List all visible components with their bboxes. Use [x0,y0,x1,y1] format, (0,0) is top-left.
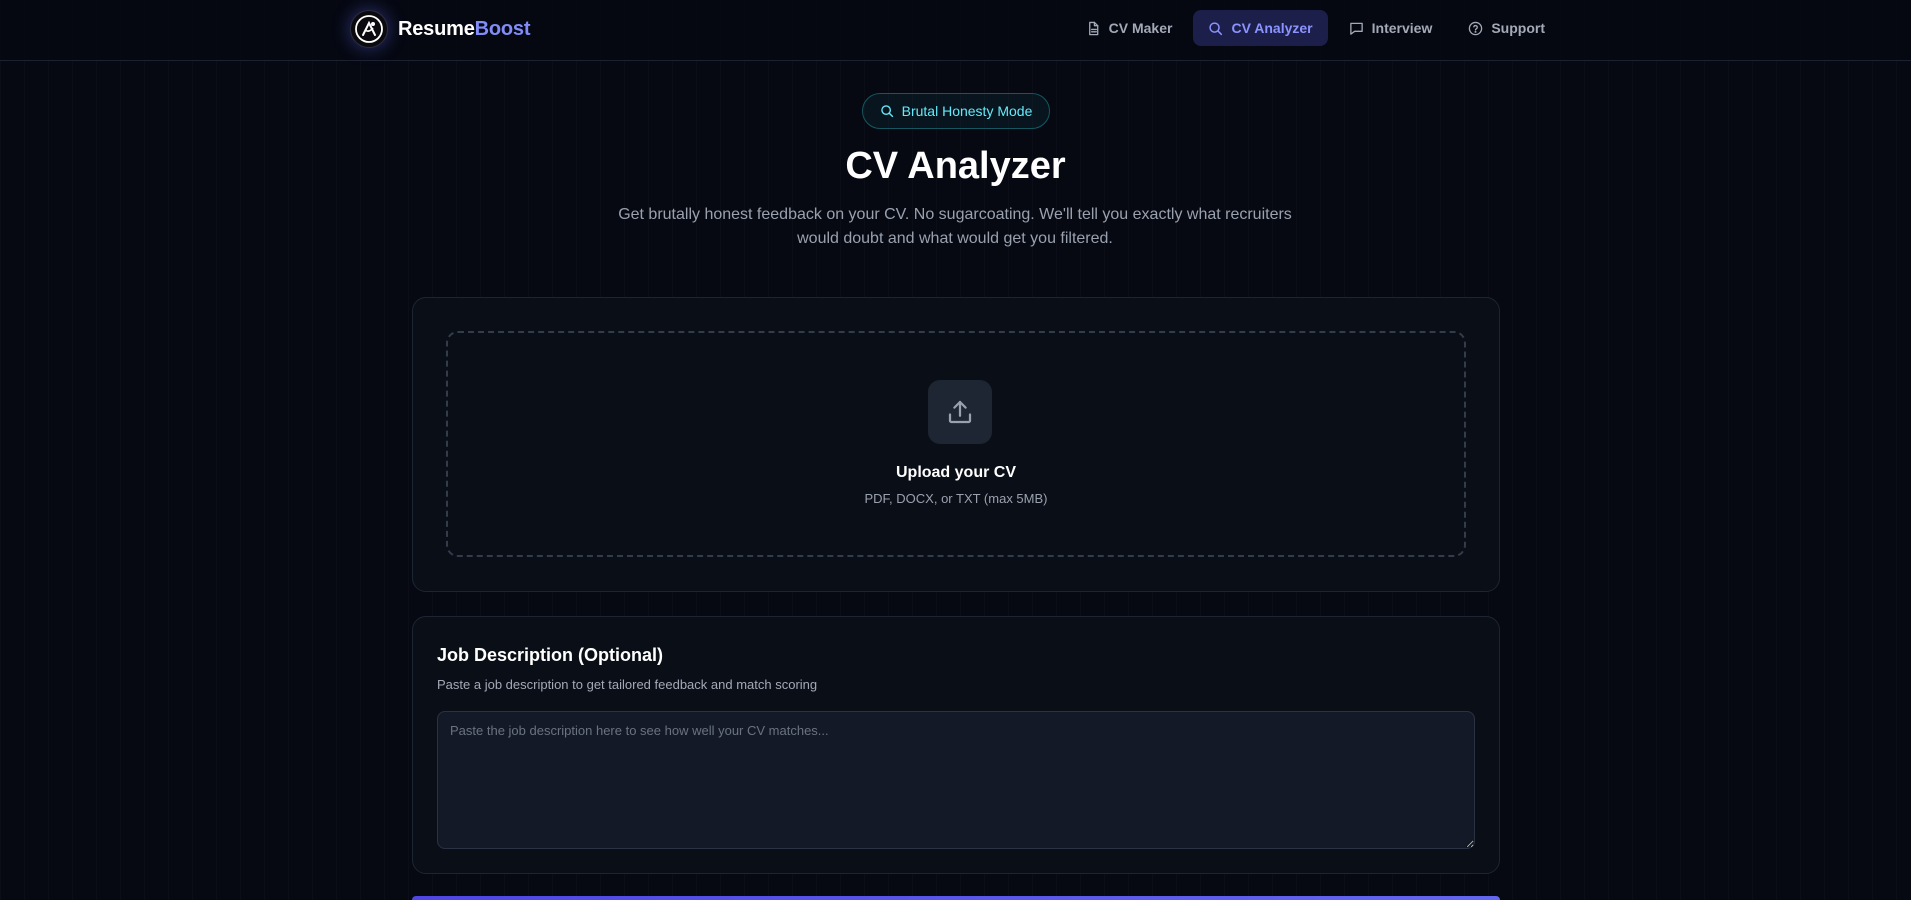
job-description-input[interactable] [437,711,1475,849]
analyze-button[interactable] [412,896,1500,900]
brutal-honesty-badge: Brutal Honesty Mode [862,93,1050,129]
brand-name-main: Resume [398,17,475,40]
page-subtitle: Get brutally honest feedback on your CV.… [618,206,1292,247]
chat-icon [1349,22,1363,35]
nav-cv-maker[interactable]: CV Maker [1071,10,1188,46]
nav-cv-maker-label: CV Maker [1108,20,1173,36]
search-icon [1209,21,1223,35]
help-circle-icon [1469,21,1483,35]
brand-name-accent: Boost [474,17,531,40]
nav-interview-label: Interview [1371,20,1433,36]
upload-title: Upload your CV [895,464,1016,481]
upload-hint: PDF, DOCX, or TXT (max 5MB) [864,491,1048,506]
nav-interview[interactable]: Interview [1334,10,1448,46]
brand-name: ResumeBoost [398,18,530,41]
nav-support[interactable]: Support [1453,10,1560,46]
upload-card: Upload your CV PDF, DOCX, or TXT (max 5M… [412,297,1500,592]
badge-label: Brutal Honesty Mode [901,103,1033,119]
upload-icon [928,380,992,444]
nav-cv-analyzer-label: CV Analyzer [1231,20,1313,36]
top-navbar: ResumeBoost CV Maker CV Analyzer Intervi… [0,0,1911,61]
search-icon [880,105,893,118]
brand-logo-link[interactable]: ResumeBoost [350,10,530,48]
nav-cv-analyzer[interactable]: CV Analyzer [1193,10,1328,46]
document-icon [1088,21,1099,35]
job-description-title: Job Description (Optional) [437,645,664,665]
cv-upload-dropzone[interactable]: Upload your CV PDF, DOCX, or TXT (max 5M… [446,331,1466,557]
logo-icon [350,10,388,48]
page-title: CV Analyzer [845,145,1066,187]
nav-support-label: Support [1491,20,1545,36]
main-nav: CV Maker CV Analyzer Interview Support [1071,10,1560,46]
job-description-card: Job Description (Optional) Paste a job d… [412,616,1500,874]
job-description-subtitle: Paste a job description to get tailored … [437,677,818,692]
